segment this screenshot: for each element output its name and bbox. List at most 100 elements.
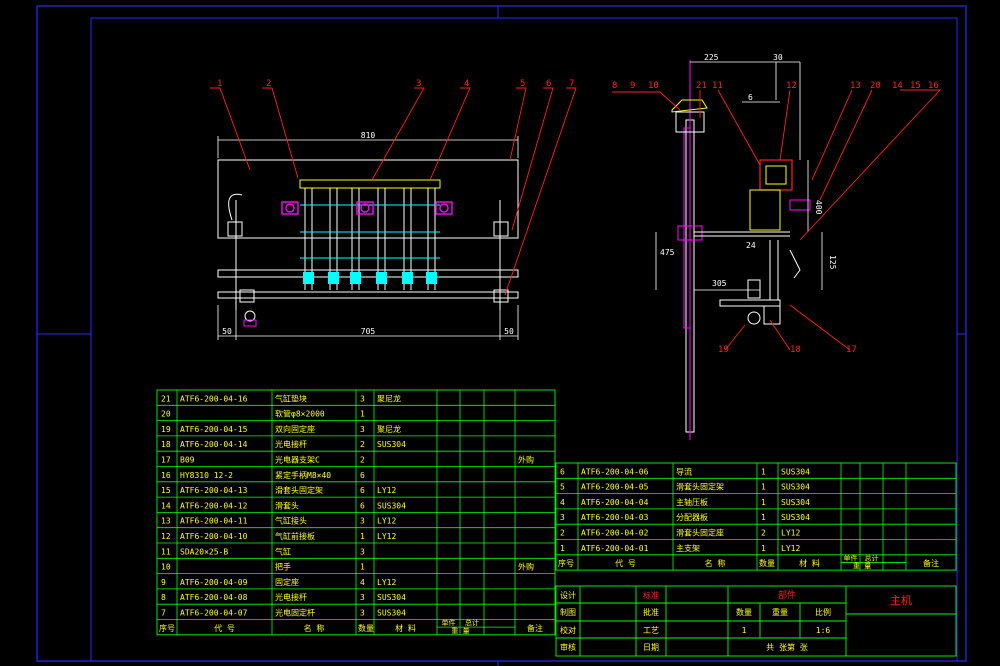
dim-475: 475 [660, 248, 675, 257]
bom-header-total: 总计 [465, 618, 479, 627]
bom-row-material: LY12 [377, 517, 396, 526]
dim-24: 24 [746, 241, 756, 250]
bom-row-material: SUS304 [377, 440, 406, 449]
bom-row-name: 软管φ8×2000 [275, 409, 325, 419]
dim-6: 6 [748, 93, 753, 102]
balloon-13: 13 [850, 81, 861, 91]
bom-row-qty: 3 [360, 394, 365, 403]
tb-process: 工艺 [643, 626, 659, 635]
bom-row-code: ATF6-200-04-13 [180, 486, 248, 495]
bom-row-code: ATF6-200-04-07 [180, 609, 248, 618]
bom-row-code: ATF6-200-04-04 [581, 498, 649, 507]
tb-review: 审核 [560, 642, 576, 652]
bom-row-name: 滑套头固定架 [275, 485, 323, 495]
balloon-12: 12 [786, 81, 797, 91]
bom-row-qty: 1 [360, 563, 365, 572]
bom-row-no: 21 [161, 394, 171, 403]
dim-305: 305 [712, 279, 727, 288]
balloon-5: 5 [520, 79, 525, 89]
bom-row-name: 光电接杆 [275, 439, 307, 449]
bom-row-qty: 6 [360, 471, 365, 480]
bom-row-no: 1 [560, 544, 565, 553]
balloon-1: 1 [217, 79, 222, 89]
bom-row-qty: 1 [761, 544, 766, 553]
bom-row-code: ATF6-200-04-05 [581, 483, 649, 492]
balloon-21: 21 [696, 81, 707, 91]
bom-header-qty: 数量 [759, 558, 775, 568]
bom-row-qty: 1 [360, 410, 365, 419]
bom-row-qty: 1 [761, 513, 766, 522]
tb-std: 标准 [643, 590, 659, 600]
bom-row-name: 滑套头固定架 [676, 482, 724, 492]
bom-row-qty: 3 [360, 425, 365, 434]
bom-row-code: ATF6-200-04-11 [180, 517, 248, 526]
bom-row-no: 18 [161, 440, 171, 449]
balloon-8: 8 [612, 81, 617, 91]
bom-row-name: 气缸前接板 [275, 531, 315, 541]
bom-row-code: B09 [180, 456, 195, 465]
bom-row-material: SUS304 [781, 513, 810, 522]
bom-row-name: 光电固定杆 [275, 608, 315, 618]
bom-row-qty: 1 [761, 483, 766, 492]
side-leaders [612, 89, 942, 351]
dim-50-left: 50 [222, 327, 232, 336]
bom-row-no: 9 [161, 578, 166, 587]
bom-row-code: ATF6-200-04-09 [180, 578, 248, 587]
bom-header-name: 名 称 [705, 558, 726, 568]
bom-header-weight: 重 量 [853, 562, 871, 570]
cad-drawing: 810 50 705 50 1 2 3 4 5 6 7 225 30 6 400… [0, 0, 1000, 666]
tb-check: 校对 [560, 625, 576, 635]
bom-row-name: 光电器支架C [275, 455, 320, 465]
tb-draw: 制图 [560, 607, 576, 617]
tb-scale-value: 1:6 [816, 626, 831, 635]
bom-header-total: 总计 [865, 553, 879, 562]
bom-row-note: 外购 [518, 562, 534, 572]
tb-title: 主机 [890, 593, 912, 607]
rods [304, 188, 436, 290]
bom-row-qty: 3 [360, 547, 365, 556]
bom-row-qty: 1 [761, 498, 766, 507]
bom-header-weight: 重 量 [451, 627, 469, 635]
cylinder-joints [281, 201, 453, 215]
bom-row-no: 8 [161, 593, 166, 602]
balloon-7: 7 [569, 79, 574, 89]
dim-810: 810 [361, 131, 376, 140]
tb-approve: 批准 [643, 607, 659, 617]
bom-row-qty: 1 [761, 467, 766, 476]
bom-row-code: ATF6-200-04-02 [581, 529, 649, 538]
bom-header-unit: 单件 [442, 618, 456, 627]
bom-row-no: 7 [161, 609, 166, 618]
bom-row-no: 3 [560, 513, 565, 522]
balloon-10: 10 [648, 81, 659, 91]
bom-row-code: ATF6-200-04-14 [180, 440, 248, 449]
bom-row-name: 固定座 [275, 577, 299, 587]
bom-row-name: 把手 [275, 562, 291, 572]
bom-row-qty: 3 [360, 517, 365, 526]
bom-table-right: 6 ATF6-200-04-06 导流 1 SUS304 5 ATF6-200-04-05 滑… [555, 462, 957, 571]
bom-row-no: 2 [560, 529, 565, 538]
bom-row-name: 气缸接头 [275, 516, 307, 526]
bom-header-code: 代 号 [615, 558, 636, 568]
bom-row-qty: 3 [360, 593, 365, 602]
bom-row-qty: 2 [360, 456, 365, 465]
bom-row-no: 19 [161, 425, 171, 434]
bom-row-qty: 6 [360, 486, 365, 495]
tb-sheets: 共 张第 张 [766, 642, 808, 652]
bom-row-qty: 3 [360, 609, 365, 618]
bom-row-code: ATF6-200-04-03 [581, 513, 649, 522]
bom-row-name: 导流 [676, 466, 692, 476]
bom-row-qty: 2 [761, 529, 766, 538]
lower-bar [217, 291, 519, 299]
bom-row-code: SDA20×25-B [180, 547, 228, 556]
bom-row-no: 6 [560, 467, 565, 476]
tb-qty-value: 1 [742, 626, 747, 635]
bom-header-no: 序号 [159, 623, 175, 633]
bom-row-name: 分配器板 [676, 512, 708, 522]
bom-row-note: 外购 [518, 455, 534, 465]
dim-705: 705 [361, 327, 376, 336]
bom-header-code: 代 号 [214, 623, 235, 633]
bom-row-qty: 1 [360, 532, 365, 541]
bom-row-material: SUS304 [781, 498, 810, 507]
dim-125: 125 [828, 255, 837, 270]
bom-header-qty: 数量 [358, 623, 374, 633]
